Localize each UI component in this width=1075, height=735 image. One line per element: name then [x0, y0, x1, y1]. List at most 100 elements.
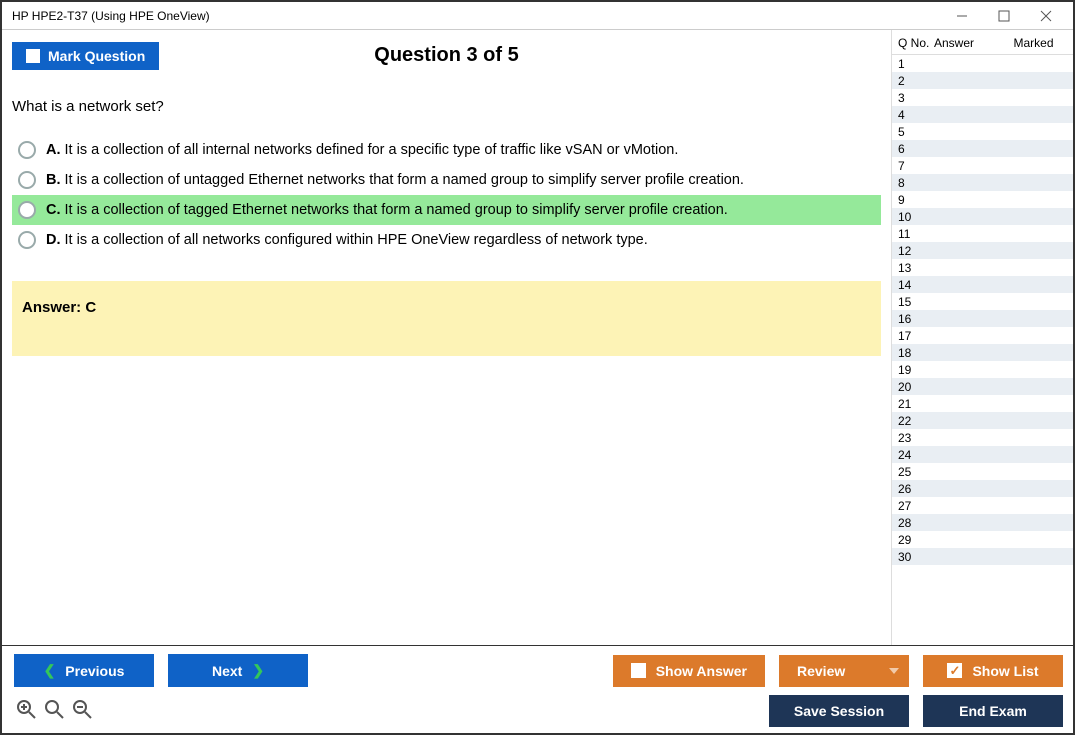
- close-button[interactable]: [1025, 5, 1067, 27]
- qlist-row[interactable]: 22: [892, 412, 1073, 429]
- end-exam-label: End Exam: [959, 703, 1027, 719]
- qlist-row[interactable]: 20: [892, 378, 1073, 395]
- previous-button[interactable]: ❮ Previous: [14, 654, 154, 687]
- qlist-number: 11: [898, 227, 934, 241]
- footer-buttons-row2: Save Session End Exam: [14, 695, 1063, 727]
- qlist-number: 26: [898, 482, 934, 496]
- qlist-row[interactable]: 10: [892, 208, 1073, 225]
- qlist-number: 8: [898, 176, 934, 190]
- qlist-number: 19: [898, 363, 934, 377]
- radio-icon: [18, 141, 36, 159]
- show-list-button[interactable]: Show List: [923, 655, 1063, 687]
- qlist-row[interactable]: 24: [892, 446, 1073, 463]
- qlist-number: 12: [898, 244, 934, 258]
- qlist-row[interactable]: 2: [892, 72, 1073, 89]
- zoom-reset-button[interactable]: [44, 699, 64, 719]
- qlist-number: 9: [898, 193, 934, 207]
- titlebar: HP HPE2-T37 (Using HPE OneView): [2, 2, 1073, 30]
- qlist-row[interactable]: 6: [892, 140, 1073, 157]
- zoom-out-button[interactable]: [72, 699, 92, 719]
- qlist-number: 6: [898, 142, 934, 156]
- close-icon: [1040, 10, 1052, 22]
- qlist-row[interactable]: 4: [892, 106, 1073, 123]
- qlist-row[interactable]: 30: [892, 548, 1073, 565]
- zoom-icon: [44, 699, 64, 719]
- minimize-button[interactable]: [941, 5, 983, 27]
- qlist-row[interactable]: 17: [892, 327, 1073, 344]
- qlist-row[interactable]: 8: [892, 174, 1073, 191]
- qlist-row[interactable]: 12: [892, 242, 1073, 259]
- option-row[interactable]: D. It is a collection of all networks co…: [12, 225, 881, 255]
- qlist-row[interactable]: 3: [892, 89, 1073, 106]
- qlist-number: 2: [898, 74, 934, 88]
- answer-value: C: [85, 299, 96, 316]
- chevron-left-icon: ❮: [44, 662, 56, 679]
- question-stem: What is a network set?: [12, 98, 881, 115]
- qlist-row[interactable]: 21: [892, 395, 1073, 412]
- qlist-number: 17: [898, 329, 934, 343]
- qlist-number: 5: [898, 125, 934, 139]
- qlist-body[interactable]: 1234567891011121314151617181920212223242…: [892, 55, 1073, 645]
- qlist-row[interactable]: 19: [892, 361, 1073, 378]
- qlist-row[interactable]: 27: [892, 497, 1073, 514]
- qlist-number: 15: [898, 295, 934, 309]
- show-answer-button[interactable]: Show Answer: [613, 655, 765, 687]
- qlist-number: 7: [898, 159, 934, 173]
- qlist-row[interactable]: 5: [892, 123, 1073, 140]
- option-row[interactable]: A. It is a collection of all internal ne…: [12, 135, 881, 165]
- save-session-label: Save Session: [794, 703, 884, 719]
- window-title: HP HPE2-T37 (Using HPE OneView): [8, 9, 210, 23]
- qlist-number: 4: [898, 108, 934, 122]
- checkbox-checked-icon: [947, 663, 962, 678]
- qlist-row[interactable]: 15: [892, 293, 1073, 310]
- maximize-icon: [998, 10, 1010, 22]
- next-button[interactable]: Next ❯: [168, 654, 308, 687]
- chevron-down-icon: [889, 668, 899, 674]
- option-text: B. It is a collection of untagged Ethern…: [46, 172, 744, 188]
- option-text: A. It is a collection of all internal ne…: [46, 142, 678, 158]
- qlist-number: 1: [898, 57, 934, 71]
- end-exam-button[interactable]: End Exam: [923, 695, 1063, 727]
- qlist-number: 16: [898, 312, 934, 326]
- answer-panel: Answer: C: [12, 281, 881, 356]
- option-row[interactable]: C. It is a collection of tagged Ethernet…: [12, 195, 881, 225]
- qlist-number: 28: [898, 516, 934, 530]
- question-list-pane: Q No. Answer Marked 12345678910111213141…: [891, 30, 1073, 645]
- qlist-row[interactable]: 9: [892, 191, 1073, 208]
- option-row[interactable]: B. It is a collection of untagged Ethern…: [12, 165, 881, 195]
- qlist-row[interactable]: 18: [892, 344, 1073, 361]
- qlist-number: 13: [898, 261, 934, 275]
- option-text: C. It is a collection of tagged Ethernet…: [46, 202, 728, 218]
- qlist-row[interactable]: 1: [892, 55, 1073, 72]
- zoom-in-icon: [16, 699, 36, 719]
- qlist-number: 25: [898, 465, 934, 479]
- footer: ❮ Previous Next ❯ Show Answer Review Sho…: [2, 645, 1073, 733]
- zoom-out-icon: [72, 699, 92, 719]
- qlist-row[interactable]: 29: [892, 531, 1073, 548]
- maximize-button[interactable]: [983, 5, 1025, 27]
- radio-icon: [18, 171, 36, 189]
- next-label: Next: [212, 663, 242, 679]
- qlist-number: 30: [898, 550, 934, 564]
- qlist-row[interactable]: 16: [892, 310, 1073, 327]
- qlist-row[interactable]: 7: [892, 157, 1073, 174]
- footer-buttons-row1: ❮ Previous Next ❯ Show Answer Review Sho…: [14, 654, 1063, 687]
- col-header-answer: Answer: [934, 36, 998, 50]
- review-dropdown[interactable]: Review: [779, 655, 909, 687]
- qlist-row[interactable]: 23: [892, 429, 1073, 446]
- qlist-row[interactable]: 26: [892, 480, 1073, 497]
- qlist-row[interactable]: 13: [892, 259, 1073, 276]
- window-controls: [941, 5, 1067, 27]
- qlist-number: 21: [898, 397, 934, 411]
- qlist-number: 22: [898, 414, 934, 428]
- qlist-row[interactable]: 14: [892, 276, 1073, 293]
- qlist-row[interactable]: 11: [892, 225, 1073, 242]
- qlist-header: Q No. Answer Marked: [892, 30, 1073, 55]
- header-row: Mark Question Question 3 of 5: [12, 38, 881, 78]
- show-answer-label: Show Answer: [656, 663, 747, 679]
- save-session-button[interactable]: Save Session: [769, 695, 909, 727]
- options-list: A. It is a collection of all internal ne…: [12, 135, 881, 255]
- zoom-in-button[interactable]: [16, 699, 36, 719]
- qlist-row[interactable]: 28: [892, 514, 1073, 531]
- qlist-row[interactable]: 25: [892, 463, 1073, 480]
